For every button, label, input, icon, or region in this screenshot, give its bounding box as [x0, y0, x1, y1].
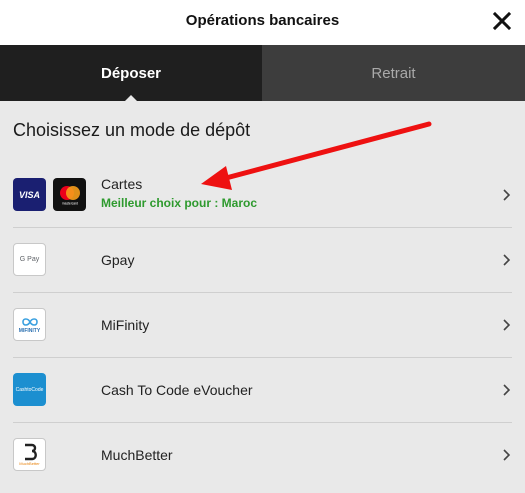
payment-method-label: MiFinity — [101, 317, 150, 333]
payment-method-label: Gpay — [101, 252, 135, 268]
muchbetter-b-mark — [24, 443, 37, 461]
mifinity-icon: MIFINITY — [13, 308, 46, 341]
visa-icon: VISA — [13, 178, 46, 211]
chevron-right-icon — [503, 449, 511, 461]
tab-bar: Déposer Retrait — [0, 45, 525, 102]
cashtocode-logo-text: CashtoCode — [15, 386, 44, 393]
chevron-right-icon — [503, 189, 511, 201]
deposit-panel: Choisissez un mode de dépôt VISA masterc… — [0, 101, 525, 493]
mifinity-logo-text: MIFINITY — [18, 327, 41, 334]
tab-deposit-label: Déposer — [100, 64, 162, 82]
mastercard-logo-text: mastercard — [62, 201, 78, 205]
payment-method-label: Cartes — [101, 176, 143, 192]
muchbetter-logo-text: MuchBetter — [19, 461, 40, 466]
chevron-right-icon — [503, 319, 511, 331]
payment-method-muchbetter[interactable]: MuchBetter MuchBetter — [13, 423, 512, 488]
tab-withdraw[interactable]: Retrait — [262, 45, 525, 101]
modal-header: Opérations bancaires — [0, 0, 525, 45]
chevron-right-icon — [503, 254, 511, 266]
tab-withdraw-label: Retrait — [371, 64, 416, 82]
payment-method-list: VISA mastercard Cartes Meilleur choix po… — [0, 163, 525, 488]
close-icon[interactable] — [487, 6, 517, 36]
chevron-right-icon — [503, 384, 511, 396]
muchbetter-icon: MuchBetter — [13, 438, 46, 471]
cashtocode-icon: CashtoCode — [13, 373, 46, 406]
section-heading: Choisissez un mode de dépôt — [13, 120, 251, 140]
payment-method-label: Cash To Code eVoucher — [101, 382, 253, 398]
gpay-icon: G Pay — [13, 243, 46, 276]
mifinity-infinity-mark — [21, 317, 38, 326]
payment-method-cashtocode[interactable]: CashtoCode Cash To Code eVoucher — [13, 358, 512, 423]
mastercard-icon: mastercard — [53, 178, 86, 211]
payment-method-label: MuchBetter — [101, 447, 173, 463]
mastercard-circles: mastercard — [59, 185, 80, 205]
best-choice-note: Meilleur choix pour : Maroc — [101, 196, 258, 210]
tab-deposit[interactable]: Déposer — [0, 45, 262, 102]
modal-title: Opérations bancaires — [185, 12, 340, 29]
payment-method-cards[interactable]: VISA mastercard Cartes Meilleur choix po… — [13, 163, 512, 228]
visa-logo-text: VISA — [18, 189, 40, 200]
payment-method-mifinity[interactable]: MIFINITY MiFinity — [13, 293, 512, 358]
gpay-logo-text: G Pay — [19, 256, 40, 263]
payment-method-gpay[interactable]: G Pay Gpay — [13, 228, 512, 293]
